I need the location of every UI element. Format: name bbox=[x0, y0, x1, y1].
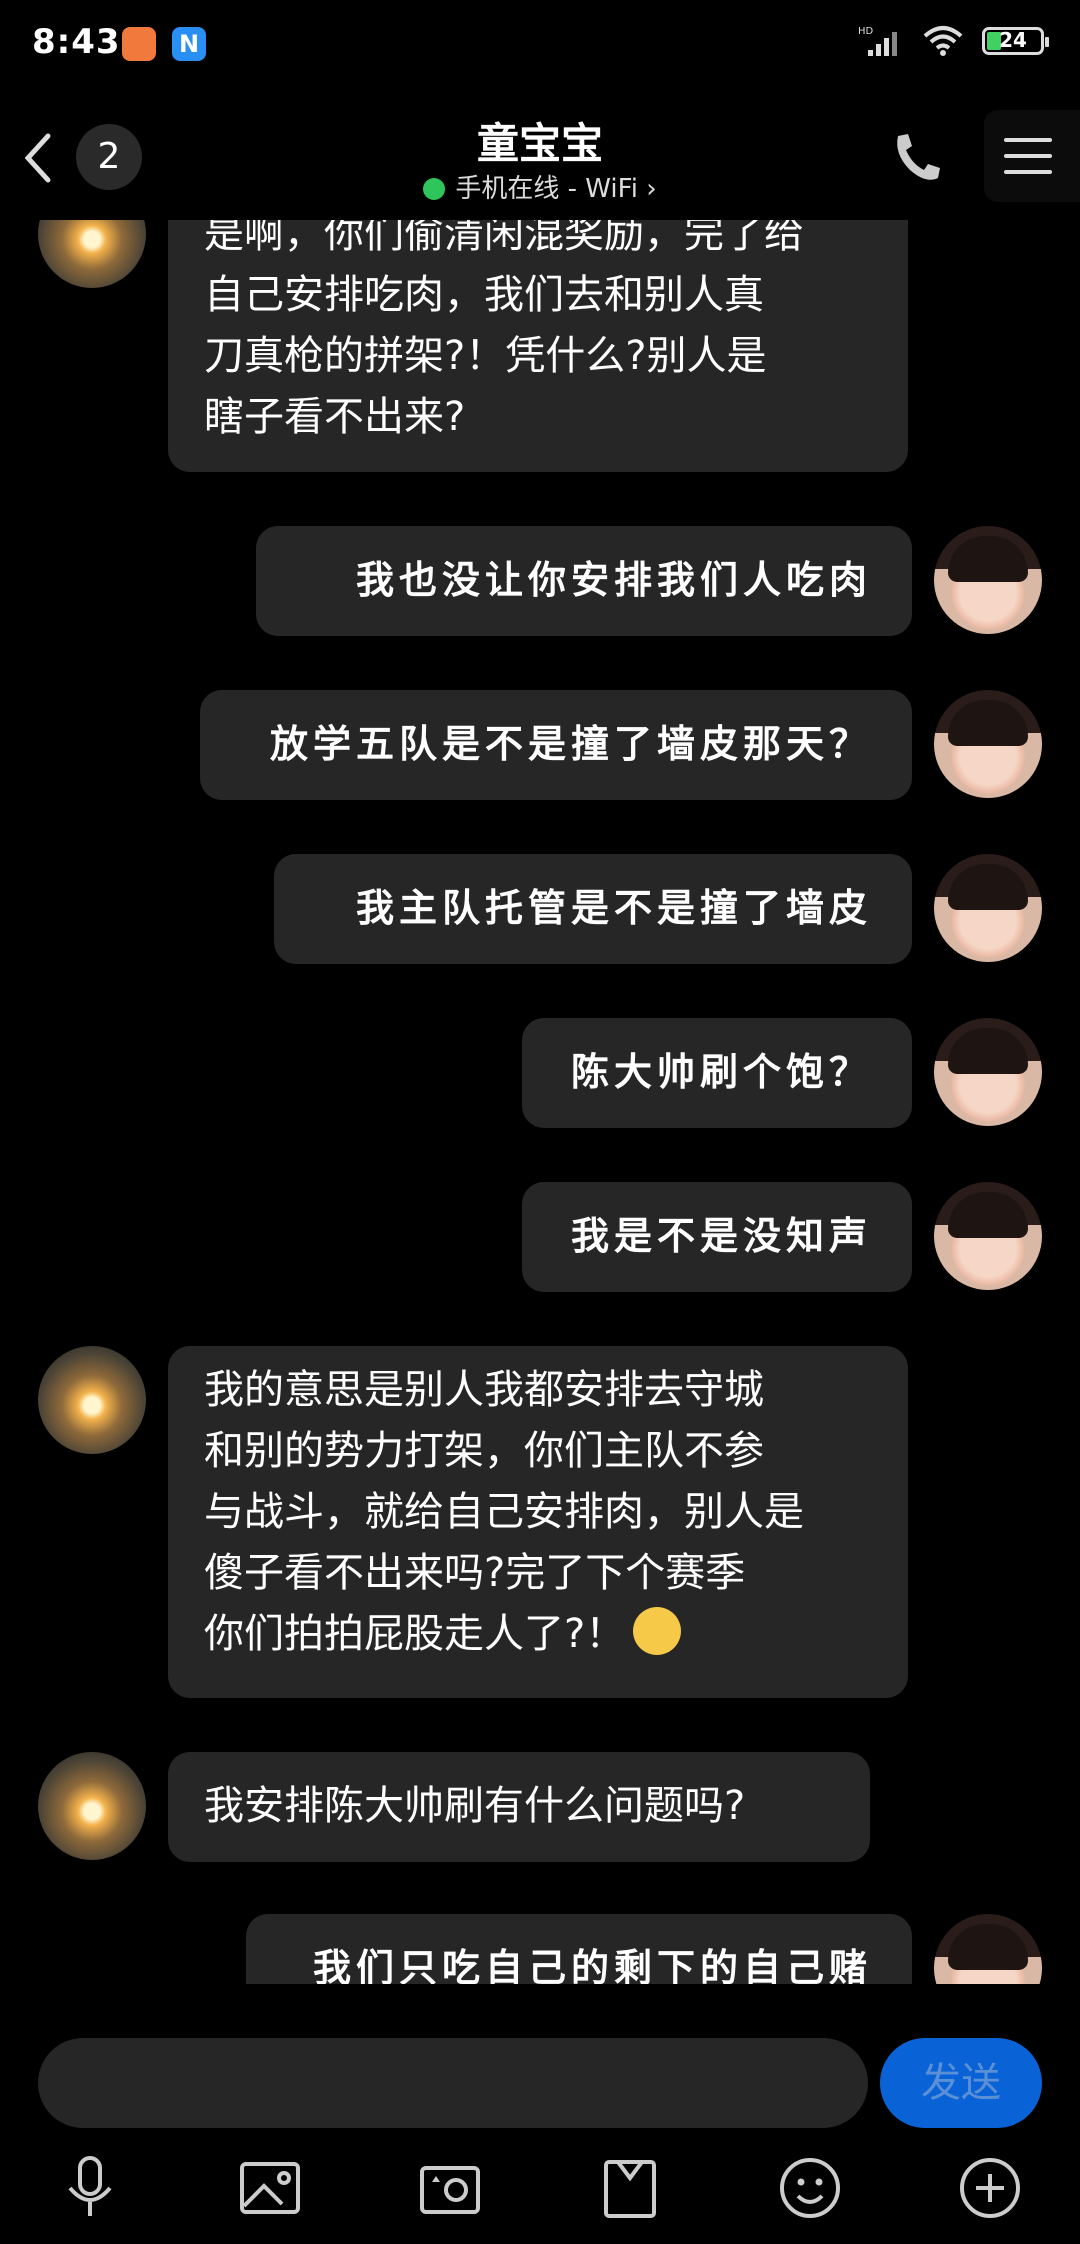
chat-header: 2 童宝宝 手机在线 - WiFi › bbox=[0, 90, 1080, 220]
message-bubble[interactable]: 放学五队是不是撞了墙皮那天？ bbox=[200, 690, 912, 800]
message-bubble[interactable]: 我也没让你安排我们人吃肉 bbox=[256, 526, 912, 636]
my-avatar[interactable] bbox=[934, 1914, 1042, 1984]
signal-icon: HD bbox=[858, 26, 897, 56]
hug-emoji-icon bbox=[633, 1607, 682, 1655]
my-avatar[interactable] bbox=[934, 1018, 1042, 1126]
message-input[interactable] bbox=[38, 2038, 868, 2128]
plus-icon[interactable] bbox=[950, 2148, 1030, 2228]
my-avatar[interactable] bbox=[934, 1182, 1042, 1290]
composer: 发送 bbox=[0, 2020, 1080, 2128]
contact-avatar[interactable] bbox=[38, 1346, 146, 1454]
contact-avatar[interactable] bbox=[38, 1752, 146, 1860]
message-bubble[interactable]: 我主队托管是不是撞了墙皮 bbox=[274, 854, 912, 964]
emoji-icon[interactable] bbox=[770, 2148, 850, 2228]
message-bubble[interactable]: 我们只吃自己的剩下的自己赌 bbox=[246, 1914, 912, 1984]
status-bar: 8:43 N HD 24 bbox=[0, 0, 1080, 90]
shop-app-icon bbox=[122, 27, 156, 61]
my-avatar[interactable] bbox=[934, 854, 1042, 962]
contact-avatar[interactable] bbox=[38, 220, 146, 288]
message-bubble[interactable]: 陈大帅刷个饱？ bbox=[522, 1018, 912, 1128]
my-avatar[interactable] bbox=[934, 526, 1042, 634]
message-list[interactable]: 是啊，你们偷清闲混奖励，完了给 自己安排吃肉，我们去和别人真 刀真枪的拼架?！凭… bbox=[0, 220, 1080, 1984]
n-app-icon: N bbox=[172, 27, 206, 61]
microphone-icon[interactable] bbox=[50, 2148, 130, 2228]
image-icon[interactable] bbox=[230, 2148, 310, 2228]
svg-text:HD: HD bbox=[858, 26, 874, 37]
message-bubble[interactable]: 我是不是没知声 bbox=[522, 1182, 912, 1292]
phone-call-icon[interactable] bbox=[886, 128, 942, 188]
online-dot-icon bbox=[423, 178, 446, 200]
message-bubble[interactable]: 我安排陈大帅刷有什么问题吗? bbox=[168, 1752, 870, 1862]
battery-indicator: 24 bbox=[982, 27, 1049, 55]
menu-icon[interactable] bbox=[984, 110, 1080, 202]
status-time: 8:43 bbox=[32, 22, 121, 62]
send-button[interactable]: 发送 bbox=[880, 2038, 1042, 2128]
input-toolbar bbox=[0, 2140, 1080, 2244]
message-bubble[interactable]: 我的意思是别人我都安排去守城 和别的势力打架，你们主队不参 与战斗，就给自己安排… bbox=[168, 1346, 908, 1698]
my-avatar[interactable] bbox=[934, 690, 1042, 798]
message-bubble[interactable]: 是啊，你们偷清闲混奖励，完了给 自己安排吃肉，我们去和别人真 刀真枪的拼架?！凭… bbox=[168, 220, 908, 472]
wifi-icon bbox=[923, 26, 963, 56]
camera-icon[interactable] bbox=[410, 2148, 490, 2228]
file-icon[interactable] bbox=[590, 2148, 670, 2228]
